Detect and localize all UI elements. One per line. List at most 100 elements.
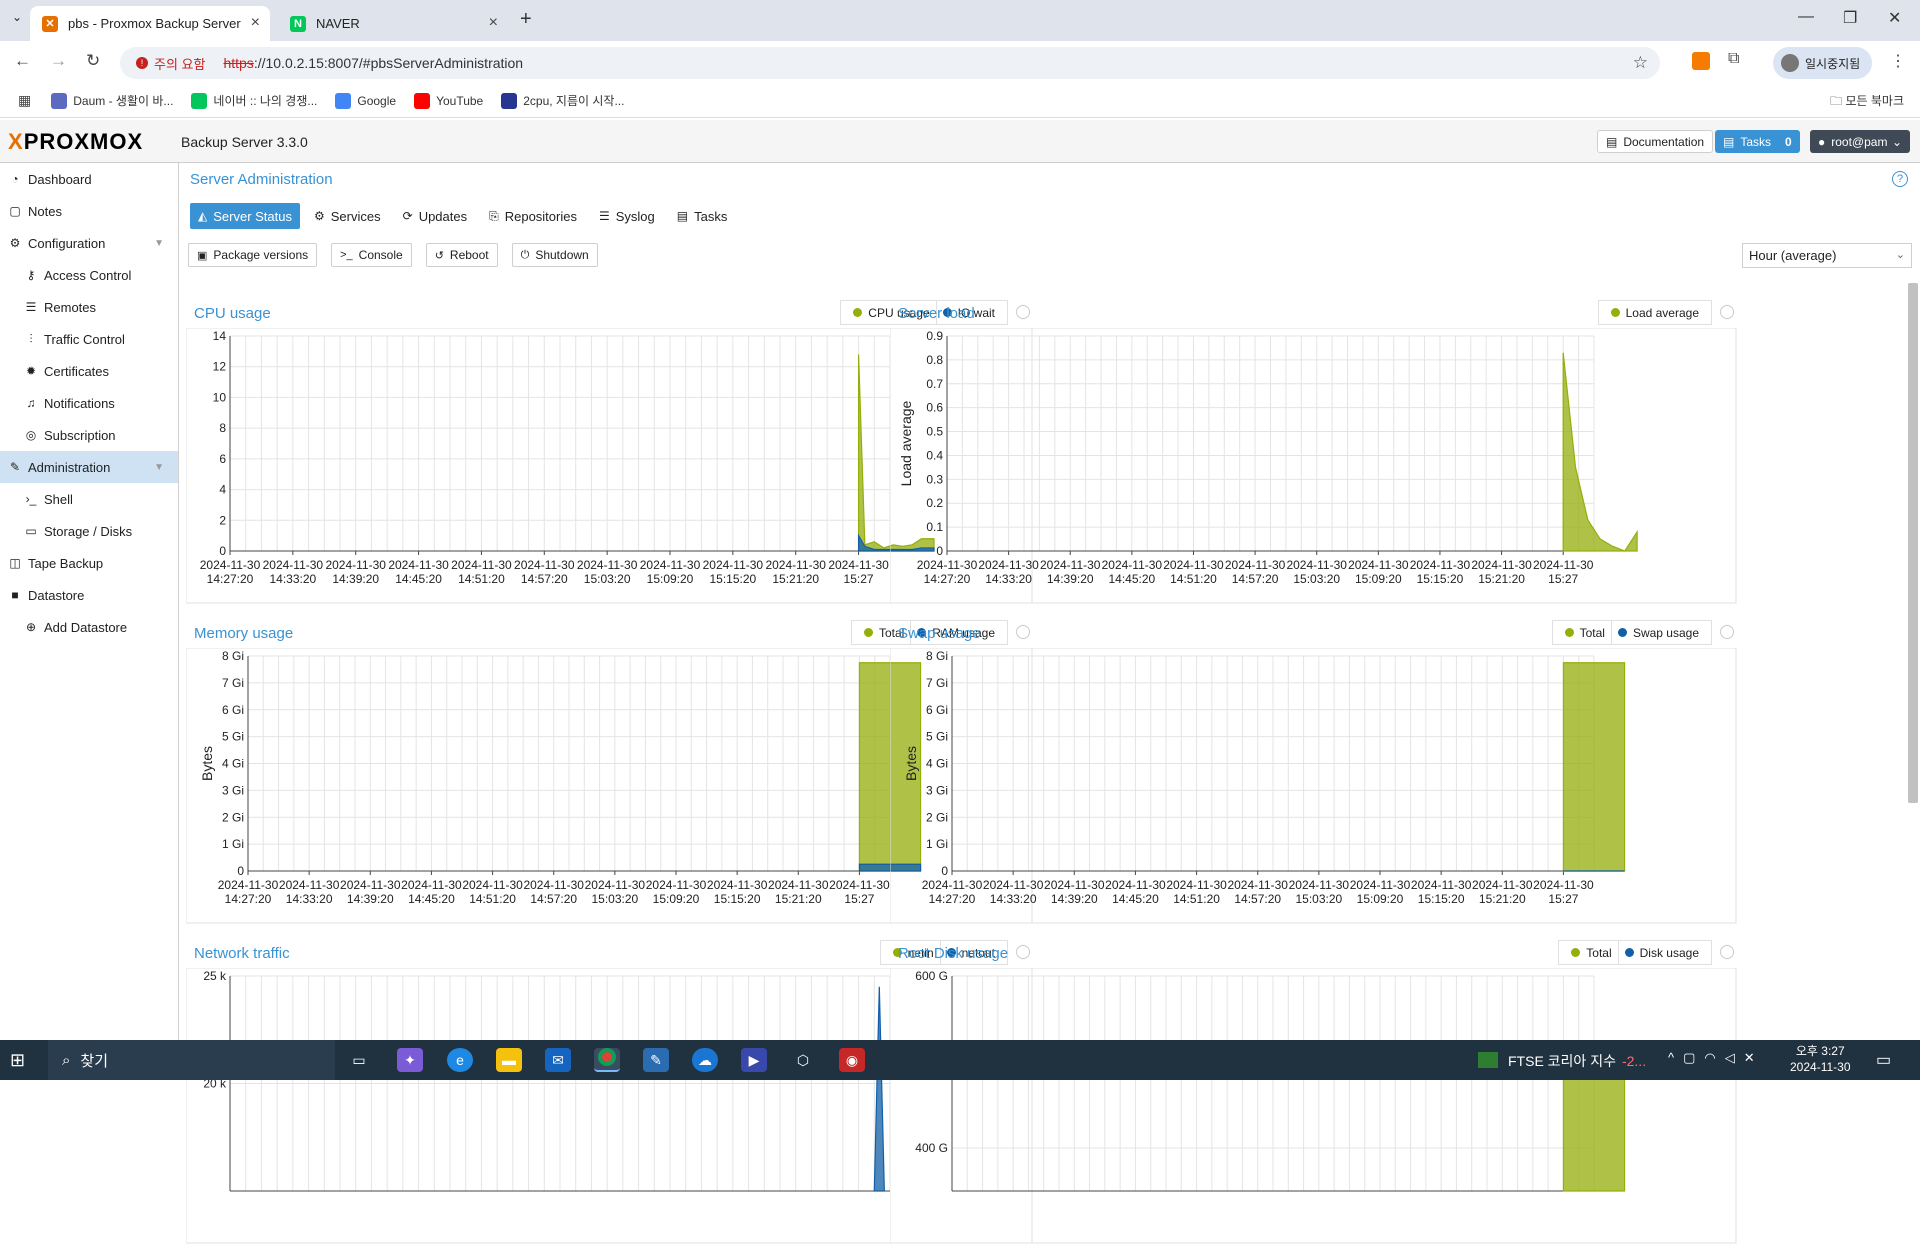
forward-icon[interactable]: → [50,51,67,71]
collapse-panel-icon[interactable] [1720,625,1734,639]
mail-icon[interactable]: ✉ [545,1048,571,1072]
series-area-total[interactable] [1562,662,1626,872]
series-area-netout[interactable] [873,986,885,1192]
legend-item[interactable]: Total [1564,626,1605,640]
file-explorer-icon[interactable]: ▬ [496,1048,522,1072]
vertical-scrollbar[interactable] [1908,283,1918,803]
x-tick-time: 15:21:20 [1478,572,1525,586]
collapse-panel-icon[interactable] [1720,945,1734,959]
chrome-icon[interactable] [594,1048,620,1072]
collapse-icon[interactable]: ▼ [154,462,164,473]
x-tick-time: 14:51:20 [1173,892,1220,906]
console-button[interactable]: >_ Console [331,243,412,267]
browser-tab-pbs[interactable]: ✕ pbs - Proxmox Backup Server × [30,6,270,41]
legend-label: Disk usage [1639,945,1699,960]
sidebar-item-administration[interactable]: ✎ Administration ▼ [0,451,178,483]
documentation-button[interactable]: ▤ Documentation [1597,130,1714,153]
sidebar-item-storage-disks[interactable]: ▭ Storage / Disks [0,515,178,547]
tab-tasks[interactable]: ▤ Tasks [669,203,736,229]
bookmark-item[interactable]: 2cpu, 지름이 시작... [501,92,624,109]
virtualbox-icon[interactable]: ⬡ [790,1048,816,1072]
x-tick-date: 2024-11-30 [640,558,701,572]
stock-ticker[interactable]: FTSE 코리아 지수 -2... [1508,1051,1646,1071]
legend-item[interactable]: Total [1571,946,1612,960]
copilot-icon[interactable]: ✦ [397,1048,423,1072]
sidebar-item-add-datastore[interactable]: ⊕ Add Datastore [0,611,178,643]
legend-item[interactable]: Swap usage [1617,625,1699,640]
tab-updates[interactable]: ⟳ Updates [395,203,475,229]
x-tick-date: 2024-11-30 [768,878,829,892]
profile-chip[interactable]: 일시중지됨 [1773,47,1873,79]
tab-syslog[interactable]: ☰ Syslog [591,203,663,229]
sidebar-item-certificates[interactable]: ✹ Certificates [0,355,178,387]
bookmark-item[interactable]: Google [335,92,396,109]
sidebar-item-shell[interactable]: ›_ Shell [0,483,178,515]
all-bookmarks-folder[interactable]: 🗀 모든 북마크 [1830,92,1904,113]
extension-icon[interactable] [1692,52,1710,70]
sidebar-item-notes[interactable]: ▢ Notes [0,195,178,227]
restore-icon[interactable]: ❐ [1843,8,1857,28]
legend-item[interactable]: Disk usage [1624,945,1699,960]
browser-tab-naver[interactable]: N NAVER × [278,6,508,41]
legend-item[interactable]: Load average [1610,306,1699,320]
tab-server-status[interactable]: ◭ Server Status [190,203,300,229]
app-icon[interactable]: ▶ [741,1048,767,1072]
back-icon[interactable]: ← [14,51,31,71]
windows-start-icon[interactable]: ⊞ [10,1050,25,1071]
sidebar-item-dashboard[interactable]: ◔ Dashboard [0,163,178,195]
shutdown-button[interactable]: ⏻ Shutdown [511,243,598,267]
sidebar-item-remotes[interactable]: ☰ Remotes [0,291,178,323]
apps-grid-icon[interactable]: ▦ [18,92,31,109]
x-tick-date: 2024-11-30 [585,878,646,892]
edge-icon[interactable]: e [447,1048,473,1072]
notifications-icon[interactable]: ▭ [1876,1050,1891,1070]
sidebar-item-traffic-control[interactable]: ⫶ Traffic Control [0,323,178,355]
tab-search-icon[interactable]: ⌄ [12,10,22,24]
chart-title: Swap usage [898,625,981,642]
close-window-icon[interactable]: ✕ [1888,8,1901,28]
sidebar-item-notifications[interactable]: ♫ Notifications [0,387,178,419]
x-tick-time: 15:27 [844,572,874,586]
recorder-icon[interactable]: ◉ [839,1048,865,1072]
new-tab-button[interactable]: + [520,8,532,31]
bookmark-item[interactable]: Daum - 생활이 바... [51,92,173,109]
legend-label: Swap usage [1632,625,1699,640]
series-area-load-average[interactable] [1562,352,1638,552]
sidebar-item-datastore[interactable]: ■ Datastore [0,579,178,611]
onedrive-icon[interactable]: ☁ [692,1048,718,1072]
bookmark-item[interactable]: 네이버 :: 나의 경쟁... [191,92,317,109]
task-view-icon[interactable]: ▭ [346,1048,372,1072]
reboot-button[interactable]: ↺ Reboot [425,243,498,267]
tab-repositories[interactable]: ⎘ Repositories [481,203,585,229]
bookmark-star-icon[interactable]: ☆ [1633,53,1648,73]
collapse-panel-icon[interactable] [1720,305,1734,319]
menu-kebab-icon[interactable]: ⋮ [1890,51,1906,71]
sidebar-item-subscription[interactable]: ◎ Subscription [0,419,178,451]
package-versions-button[interactable]: ▣ Package versions [188,243,318,267]
clock[interactable]: 오후 3:27 2024-11-30 [1790,1043,1851,1075]
help-icon[interactable]: ? [1892,171,1908,187]
sidebar-item-tape-backup[interactable]: ◫ Tape Backup [0,547,178,579]
timeframe-select[interactable]: Hour (average) ⌄ [1742,243,1912,268]
tasks-button[interactable]: ▤ Tasks 0 [1715,130,1800,153]
taskbar-search[interactable]: ⌕ 찾기 [48,1040,335,1080]
extensions-puzzle-icon[interactable]: ⧉ [1728,50,1739,68]
app-icon[interactable]: ✎ [643,1048,669,1072]
system-tray[interactable]: ^▢◠◁✕ [1668,1050,1764,1066]
sidebar-item-configuration[interactable]: ⚙ Configuration ▼ [0,227,178,259]
bookmark-item[interactable]: YouTube [414,92,483,109]
user-menu-button[interactable]: ● root@pam ⌄ [1810,130,1910,153]
legend-swatch [863,628,873,637]
reload-icon[interactable]: ↻ [86,51,100,71]
collapse-icon[interactable]: ▼ [154,238,164,249]
sidebar-item-access-control[interactable]: ⚷ Access Control [0,259,178,291]
address-bar[interactable]: ! 주의 요함 https://10.0.2.15:8007/#pbsServe… [120,47,1660,79]
close-tab-icon[interactable]: × [251,14,260,32]
close-tab-icon[interactable]: × [489,14,498,32]
series-area-total[interactable] [1562,1061,1626,1192]
tab-services[interactable]: ⚙ Services [306,203,389,229]
x-tick-time: 14:57:20 [1234,892,1281,906]
chevron-down-icon: ⌄ [1891,134,1902,149]
security-warning-chip[interactable]: ! 주의 요함 [128,51,213,75]
minimize-icon[interactable]: — [1798,8,1814,26]
